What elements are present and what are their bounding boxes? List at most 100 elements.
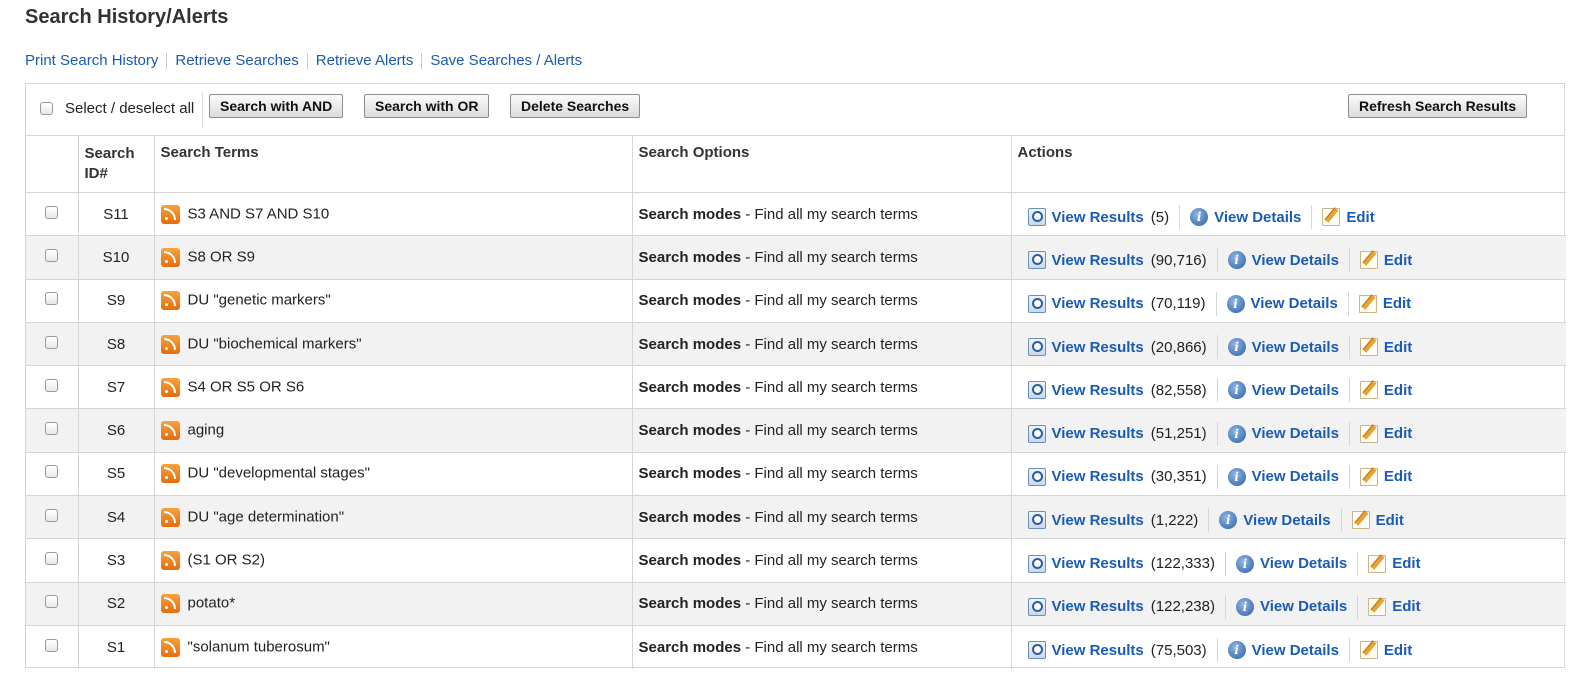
view-details-link[interactable]: i View Details bbox=[1227, 641, 1339, 660]
rss-feed-icon[interactable] bbox=[160, 247, 180, 267]
info-icon: i bbox=[1226, 294, 1245, 313]
row-checkbox[interactable] bbox=[45, 638, 59, 652]
view-results-link[interactable]: View Results bbox=[1027, 424, 1144, 443]
action-divider bbox=[1216, 248, 1218, 273]
search-options-cell: Search modes - Find all my search terms bbox=[632, 538, 1012, 583]
edit-link[interactable]: Edit bbox=[1359, 381, 1412, 400]
row-checkbox[interactable] bbox=[45, 205, 59, 219]
rss-feed-icon[interactable] bbox=[160, 291, 180, 311]
row-select-cell bbox=[26, 538, 79, 583]
rss-feed-icon[interactable] bbox=[160, 377, 180, 397]
view-details-link[interactable]: i View Details bbox=[1235, 554, 1347, 573]
row-checkbox[interactable] bbox=[45, 422, 59, 436]
page-title: Search History/Alerts bbox=[25, 6, 229, 28]
view-results-link[interactable]: View Results bbox=[1027, 294, 1144, 313]
result-count: (51,251) bbox=[1150, 425, 1207, 443]
view-results-link[interactable]: View Results bbox=[1027, 597, 1144, 616]
search-history-table: Search ID# Search Terms Search Options A… bbox=[26, 136, 1566, 669]
retrieve-searches-link[interactable]: Retrieve Searches bbox=[175, 52, 298, 69]
action-divider bbox=[1216, 464, 1218, 489]
select-all[interactable]: Select / deselect all bbox=[40, 100, 194, 117]
action-divider bbox=[1224, 551, 1226, 576]
view-details-link[interactable]: i View Details bbox=[1227, 467, 1339, 486]
pencil-edit-icon bbox=[1322, 208, 1341, 227]
rss-feed-icon[interactable] bbox=[160, 637, 180, 657]
rss-feed-icon[interactable] bbox=[160, 507, 180, 527]
row-checkbox[interactable] bbox=[45, 508, 59, 522]
search-terms-cell: DU "biochemical markers" bbox=[154, 322, 633, 367]
view-results-link[interactable]: View Results bbox=[1027, 511, 1144, 530]
view-results-link[interactable]: View Results bbox=[1027, 208, 1144, 227]
select-all-checkbox[interactable] bbox=[40, 102, 53, 115]
pencil-edit-icon bbox=[1359, 467, 1378, 486]
search-history-page: Search History/Alerts Print Search Histo… bbox=[0, 0, 1594, 686]
view-results-link[interactable]: View Results bbox=[1027, 251, 1144, 270]
row-checkbox[interactable] bbox=[45, 595, 59, 609]
row-checkbox[interactable] bbox=[45, 335, 59, 349]
row-checkbox[interactable] bbox=[45, 552, 59, 566]
row-select-cell bbox=[26, 192, 79, 237]
table-header-row: Search ID# Search Terms Search Options A… bbox=[26, 136, 1566, 193]
info-icon: i bbox=[1219, 511, 1238, 530]
view-details-link[interactable]: i View Details bbox=[1226, 294, 1338, 313]
edit-link[interactable]: Edit bbox=[1358, 294, 1411, 313]
view-details-link[interactable]: i View Details bbox=[1227, 424, 1339, 443]
rss-feed-icon[interactable] bbox=[160, 421, 180, 441]
search-terms-text: S4 OR S5 OR S6 bbox=[187, 378, 305, 396]
save-searches-alerts-link[interactable]: Save Searches / Alerts bbox=[430, 52, 582, 69]
view-details-link[interactable]: i View Details bbox=[1227, 338, 1339, 357]
view-details-link[interactable]: i View Details bbox=[1235, 597, 1347, 616]
search-terms-text: (S1 OR S2) bbox=[187, 551, 266, 569]
pencil-edit-icon bbox=[1359, 641, 1378, 660]
table-row: S4 DU "age determination" Search modes - F… bbox=[26, 495, 1566, 540]
view-details-link[interactable]: i View Details bbox=[1227, 251, 1339, 270]
result-count: (122,333) bbox=[1150, 555, 1215, 573]
rss-feed-icon[interactable] bbox=[160, 464, 180, 484]
edit-link[interactable]: Edit bbox=[1322, 208, 1375, 227]
delete-searches-button[interactable]: Delete Searches bbox=[510, 94, 641, 118]
view-details-link[interactable]: i View Details bbox=[1219, 511, 1331, 530]
row-checkbox[interactable] bbox=[45, 248, 59, 262]
edit-link[interactable]: Edit bbox=[1368, 597, 1421, 616]
row-select-cell bbox=[26, 582, 79, 626]
row-checkbox[interactable] bbox=[45, 465, 59, 479]
rss-feed-icon[interactable] bbox=[160, 594, 180, 614]
edit-link[interactable]: Edit bbox=[1359, 467, 1412, 486]
view-details-link[interactable]: i View Details bbox=[1227, 381, 1339, 400]
view-results-link[interactable]: View Results bbox=[1027, 554, 1144, 573]
rss-feed-icon[interactable] bbox=[160, 204, 180, 224]
edit-link[interactable]: Edit bbox=[1368, 554, 1421, 573]
row-checkbox[interactable] bbox=[45, 292, 59, 306]
view-details-link[interactable]: i View Details bbox=[1190, 208, 1301, 227]
search-modes-value: - Find all my search terms bbox=[741, 422, 918, 440]
edit-label: Edit bbox=[1375, 511, 1404, 529]
edit-link[interactable]: Edit bbox=[1359, 641, 1412, 660]
rss-feed-icon[interactable] bbox=[160, 334, 180, 354]
row-checkbox[interactable] bbox=[45, 378, 59, 392]
view-results-link[interactable]: View Results bbox=[1027, 641, 1144, 660]
magnifier-icon bbox=[1027, 251, 1046, 270]
edit-link[interactable]: Edit bbox=[1359, 251, 1412, 270]
search-id-column-header[interactable]: Search ID# bbox=[78, 136, 155, 193]
edit-label: Edit bbox=[1392, 598, 1421, 616]
magnifier-icon bbox=[1027, 597, 1046, 616]
search-with-or-button[interactable]: Search with OR bbox=[364, 94, 490, 118]
view-results-link[interactable]: View Results bbox=[1027, 338, 1144, 357]
view-results-label: View Results bbox=[1051, 425, 1144, 443]
action-divider bbox=[1216, 421, 1218, 446]
rss-feed-icon[interactable] bbox=[160, 551, 180, 571]
edit-link[interactable]: Edit bbox=[1359, 338, 1412, 357]
table-row: S10 S8 OR S9 Search modes - Find all my se… bbox=[26, 235, 1566, 280]
search-terms-text: S8 OR S9 bbox=[187, 248, 256, 266]
refresh-search-results-button[interactable]: Refresh Search Results bbox=[1348, 94, 1528, 118]
print-search-history-link[interactable]: Print Search History bbox=[25, 52, 158, 69]
view-results-link[interactable]: View Results bbox=[1027, 381, 1144, 400]
search-with-and-button[interactable]: Search with AND bbox=[209, 94, 344, 118]
view-results-link[interactable]: View Results bbox=[1027, 467, 1144, 486]
actions-column-header: Actions bbox=[1011, 136, 1566, 193]
search-modes-label: Search modes bbox=[638, 335, 742, 353]
edit-link[interactable]: Edit bbox=[1359, 424, 1412, 443]
search-modes-value: - Find all my search terms bbox=[741, 552, 918, 570]
retrieve-alerts-link[interactable]: Retrieve Alerts bbox=[316, 52, 414, 69]
edit-link[interactable]: Edit bbox=[1351, 511, 1404, 530]
